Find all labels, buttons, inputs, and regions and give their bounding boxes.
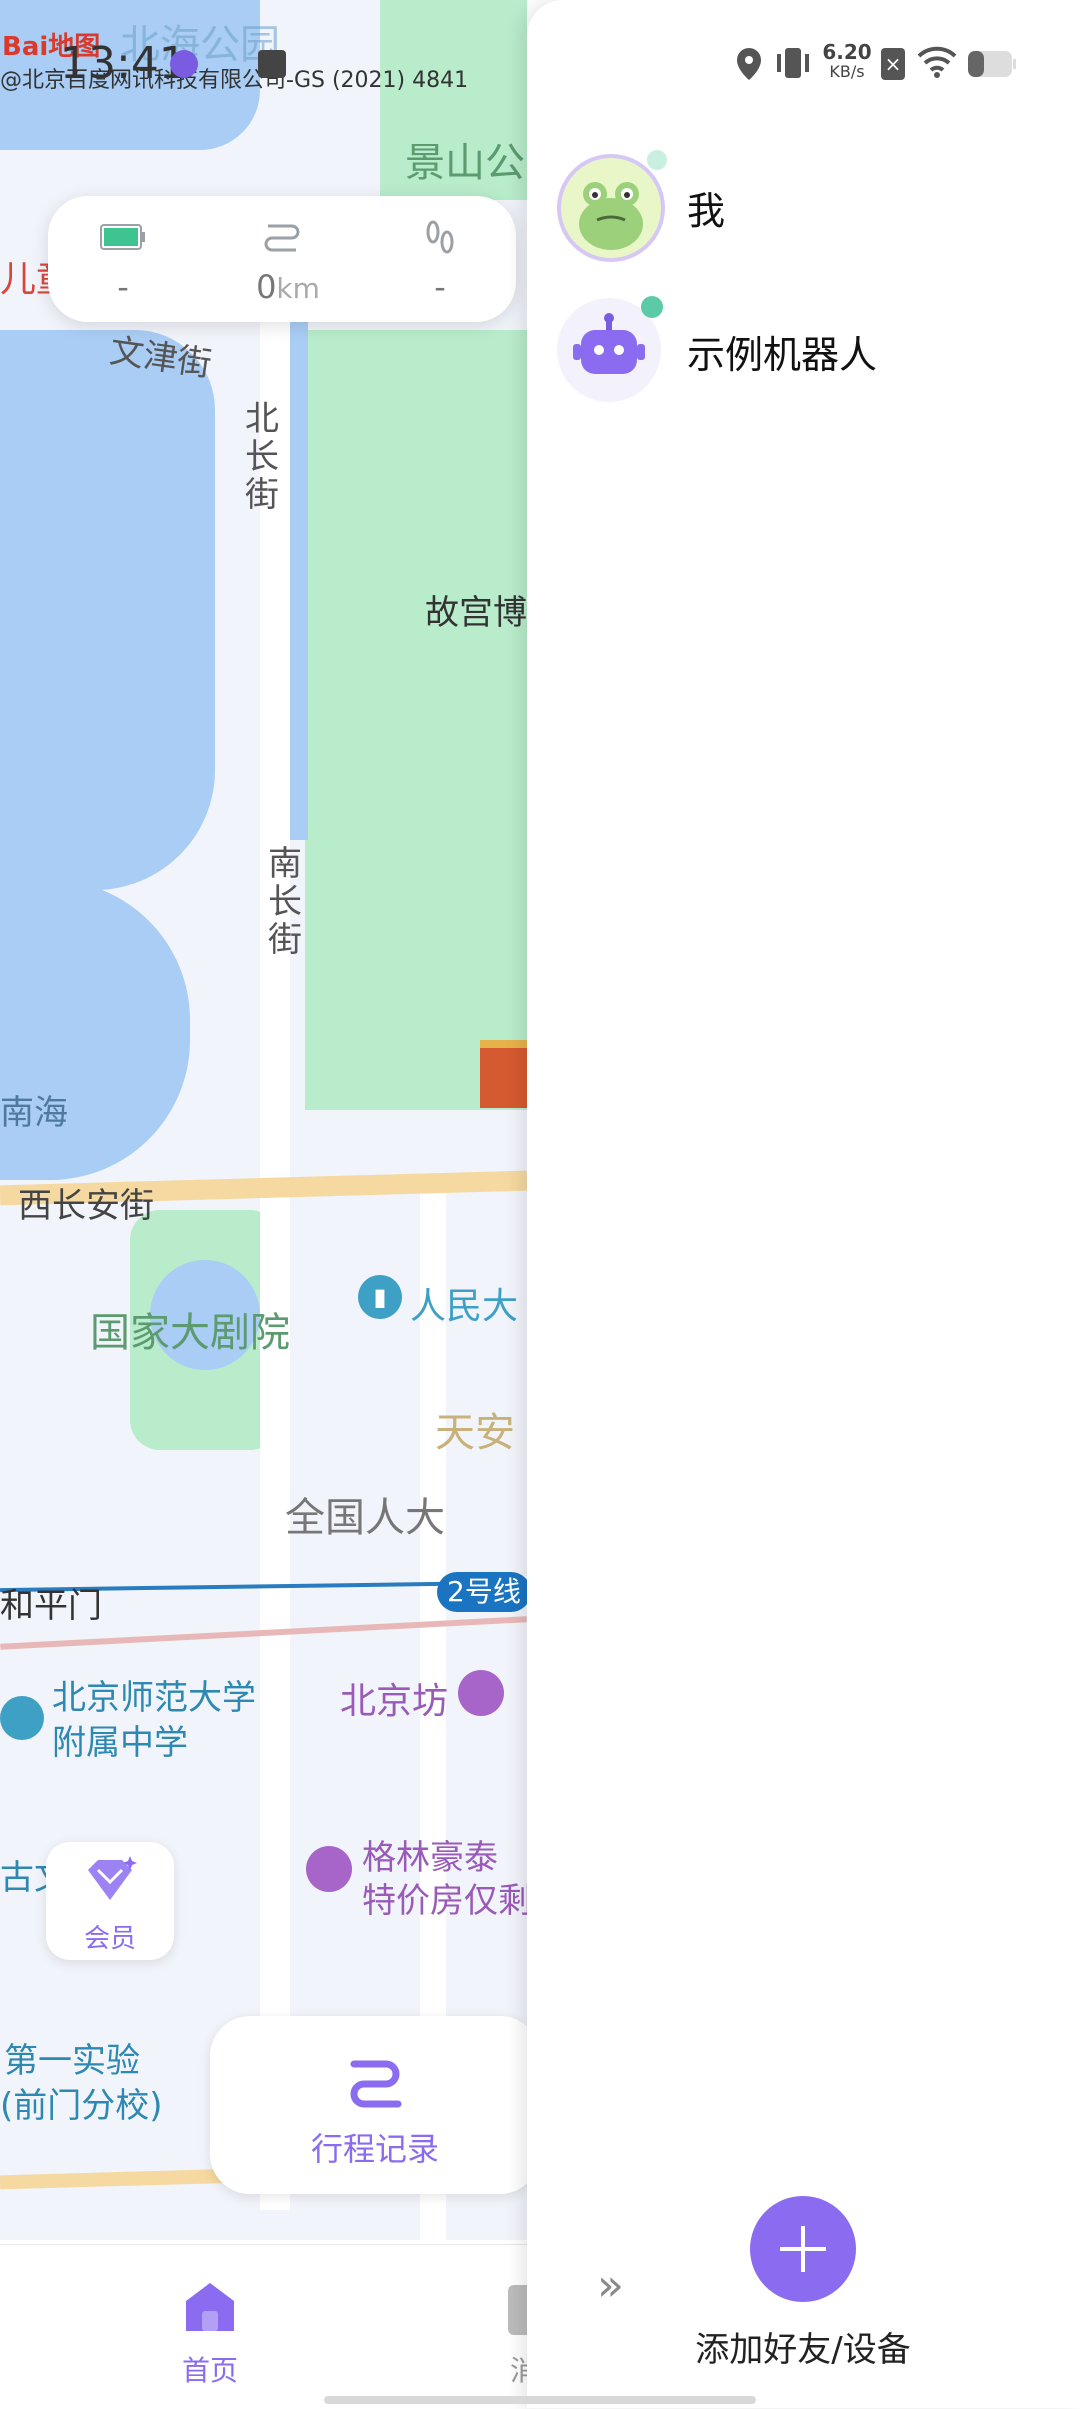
label-diyi2: (前门分校) [0,2086,163,2126]
steps-value: - [434,268,446,306]
school-poi-icon [0,1696,44,1740]
label-renmin: 人民大 [410,1286,519,1327]
label-beishida: 北京师范大学 [52,1678,256,1718]
nav-home[interactable]: 首页 [150,2265,270,2395]
frog-avatar-icon [579,182,643,250]
location-icon [737,48,761,84]
friend-name: 我 [687,189,726,233]
gesture-bar [324,2396,756,2404]
online-dot [647,150,667,170]
label-beijingfang: 北京坊 [340,1681,449,1722]
distance-unit: km [276,272,320,305]
status-time: 13:41 [60,38,187,89]
distance-number: 0 [256,268,277,306]
trip-record-label: 行程记录 [310,2130,439,2168]
vip-label: 会员 [83,1924,136,1954]
moat [290,320,308,840]
trip-route-icon [346,2054,404,2112]
vip-button[interactable]: 会员 [46,1842,174,1960]
label-nanhai: 南海 [0,1093,68,1133]
messages-label: 消 [510,2354,527,2387]
footsteps-icon [420,218,460,262]
label-guojia: 国家大剧院 [90,1310,290,1356]
add-friend-label: 添加好友/设备 [695,2330,911,2370]
shop-poi-icon [458,1670,504,1716]
nanhai-lake [0,880,190,1180]
friend-item-me[interactable]: 我 [557,150,1057,270]
friends-drawer: 6.20 KB/s × 我 示例机器人 » 添加好友/设备 [527,0,1080,2408]
collapse-drawer-icon[interactable]: » [597,2260,624,2311]
metro-line-2-badge: 2号线 [437,1572,527,1612]
label-jingshan: 景山公 [405,140,525,186]
shield-notification-icon [258,50,286,78]
network-speed: 6.20 KB/s [821,42,873,82]
battery-status-icon [967,50,1017,82]
forbidden-city-park [305,330,527,1110]
label-gugong: 故宫博 [425,593,527,633]
hotel-poi-icon [306,1846,352,1892]
home-label: 首页 [181,2354,238,2387]
network-speed-unit: KB/s [829,62,865,81]
network-speed-value: 6.20 [822,40,872,64]
label-diyi1: 第一实验 [4,2041,140,2081]
add-friend-button[interactable] [750,2196,856,2302]
label-nanchang: 南长街 [268,844,302,960]
sim-off-icon: × [881,48,905,80]
zhonghai-lake [0,330,215,890]
trip-stats-card: - 0km - [48,196,516,322]
messages-icon [508,2285,527,2335]
label-fushu: 附属中学 [52,1723,188,1763]
distance-value: 0km [238,268,338,306]
road-vertical [260,310,290,2210]
trip-record-button[interactable]: 行程记录 [210,2016,540,2194]
label-quanguo: 全国人大 [285,1495,445,1541]
wifi-icon [917,46,957,82]
plus-icon [780,2226,826,2272]
museum-poi-icon: ▮ [358,1275,402,1319]
label-gelin1: 格林豪泰 [362,1838,498,1878]
bottom-nav: 首页 消 [0,2244,527,2409]
route-icon [262,218,302,262]
nav-messages[interactable]: 消 [480,2265,527,2395]
label-xichangan: 西长安街 [18,1186,154,1226]
vibrate-icon [775,46,811,84]
friend-name: 示例机器人 [687,333,878,377]
diamond-icon [82,1856,138,1910]
avatar [557,154,665,262]
friend-item-robot[interactable]: 示例机器人 [557,294,1057,414]
label-hepingmen: 和平门 [0,1586,102,1626]
label-gelin2: 特价房仅剩 [362,1881,527,1921]
app-notification-icon [170,50,198,78]
battery-icon [100,224,146,254]
label-beichang: 北长街 [245,399,279,515]
battery-value: - [117,268,129,306]
tiananmen-icon [480,1040,527,1108]
online-dot [641,296,663,318]
label-tianan: 天安 [435,1410,515,1456]
home-icon [182,2279,238,2339]
